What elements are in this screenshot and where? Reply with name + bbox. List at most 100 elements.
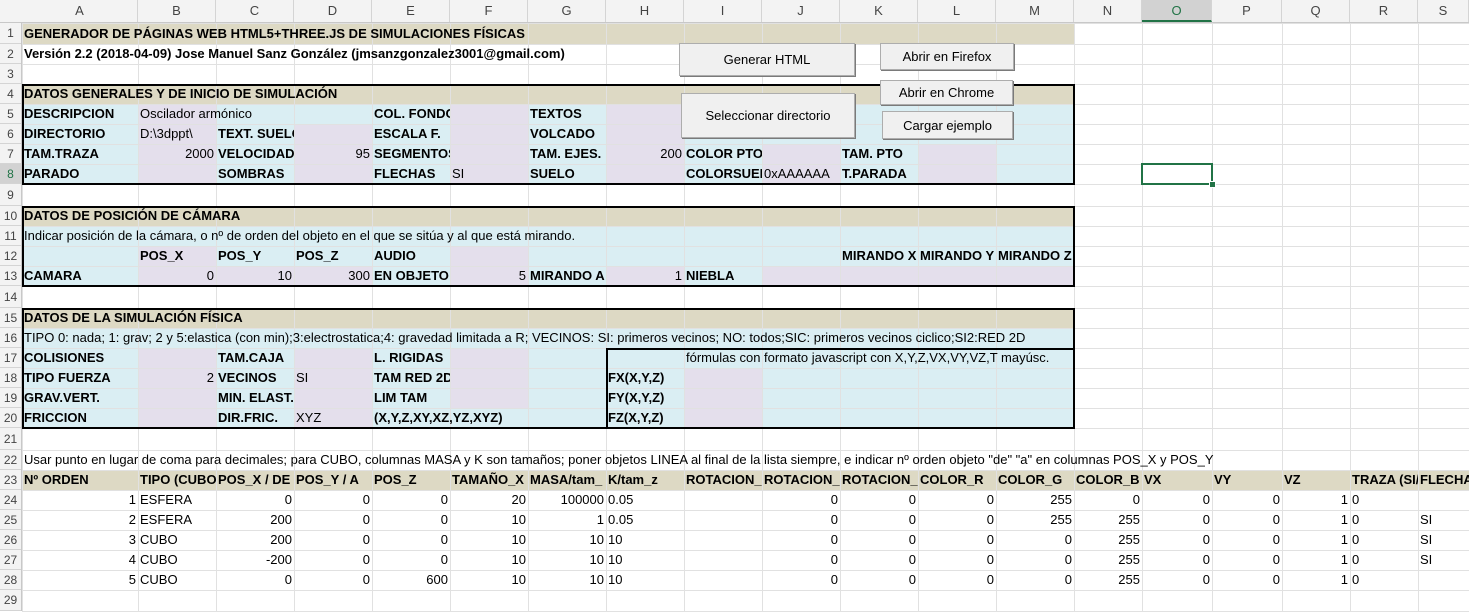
row-header[interactable]: 7 (0, 144, 21, 164)
objects-column-header[interactable]: ROTACION_ (762, 470, 840, 490)
row-header[interactable]: 24 (0, 490, 21, 510)
object-cell[interactable]: 100000 (528, 490, 606, 510)
objects-column-header[interactable]: VX (1142, 470, 1212, 490)
column-header[interactable]: E (372, 0, 450, 22)
row-header[interactable]: 16 (0, 328, 21, 348)
row-header[interactable]: 22 (0, 450, 21, 470)
objects-column-header[interactable]: VY (1212, 470, 1282, 490)
object-cell[interactable]: -200 (216, 550, 294, 570)
object-cell[interactable]: 1 (1282, 550, 1350, 570)
tipo-fuerza-value[interactable]: 2 (138, 368, 216, 388)
object-cell[interactable]: 0 (1142, 570, 1212, 590)
object-cell[interactable]: 0 (840, 550, 918, 570)
objects-note[interactable]: Usar punto en lugar de coma para decimal… (22, 450, 1282, 470)
camara-z-value[interactable]: 300 (294, 266, 372, 286)
column-header[interactable]: O (1142, 0, 1212, 22)
column-header[interactable]: A (22, 0, 138, 22)
object-cell[interactable]: SI (1418, 510, 1469, 530)
object-cell[interactable]: 600 (372, 570, 450, 590)
selected-cell[interactable] (1141, 163, 1213, 185)
object-cell[interactable]: 0 (372, 550, 450, 570)
object-cell[interactable]: 10 (450, 530, 528, 550)
row-header[interactable]: 26 (0, 530, 21, 550)
object-cell[interactable]: 0 (1212, 530, 1282, 550)
flechas-label[interactable]: FLECHAS (372, 164, 450, 184)
row-header[interactable]: 14 (0, 286, 21, 308)
object-cell[interactable]: 0 (1142, 490, 1212, 510)
column-header[interactable]: B (138, 0, 216, 22)
object-cell[interactable]: 255 (996, 510, 1074, 530)
row-header[interactable]: 15 (0, 308, 21, 328)
row-header[interactable]: 2 (0, 44, 21, 64)
mirando-y-label[interactable]: MIRANDO Y (918, 246, 996, 266)
object-cell[interactable]: 200 (216, 530, 294, 550)
object-cell[interactable]: 255 (1074, 510, 1142, 530)
t-parada-label[interactable]: T.PARADA (840, 164, 918, 184)
object-cell[interactable]: 10 (606, 530, 684, 550)
object-cell[interactable]: CUBO (138, 570, 216, 590)
tam-traza-value[interactable]: 2000 (138, 144, 216, 164)
object-cell[interactable]: 0 (996, 530, 1074, 550)
row-header[interactable]: 28 (0, 570, 21, 590)
lim-tam-label[interactable]: LIM TAM (372, 388, 450, 408)
object-cell[interactable]: 0 (762, 510, 840, 530)
column-header[interactable]: K (840, 0, 918, 22)
velocidad-value[interactable]: 95 (294, 144, 372, 164)
color-pto-label[interactable]: COLOR PTO (684, 144, 762, 164)
objects-column-header[interactable]: POS_Y / A (294, 470, 372, 490)
dir-fric-value[interactable]: XYZ (294, 408, 372, 428)
object-cell[interactable]: SI (1418, 530, 1469, 550)
suelo-label[interactable]: SUELO (528, 164, 606, 184)
object-cell[interactable]: 0 (918, 530, 996, 550)
fy-label[interactable]: FY(X,Y,Z) (606, 388, 684, 408)
column-header[interactable]: R (1350, 0, 1418, 22)
generar-html-button[interactable]: Generar HTML (679, 43, 855, 76)
friccion-label[interactable]: FRICCION (22, 408, 138, 428)
object-cell[interactable]: 0 (762, 490, 840, 510)
object-cell[interactable]: 0 (294, 530, 372, 550)
object-cell[interactable]: 0 (918, 550, 996, 570)
column-header[interactable]: F (450, 0, 528, 22)
objects-column-header[interactable]: TIPO (CUBO, (138, 470, 216, 490)
row-header[interactable]: 18 (0, 368, 21, 388)
row-header[interactable]: 29 (0, 590, 21, 611)
object-cell[interactable]: 5 (22, 570, 138, 590)
objects-column-header[interactable]: ROTACION_ (840, 470, 918, 490)
mirando-a-value[interactable]: 1 (606, 266, 684, 286)
object-cell[interactable]: 0 (1212, 550, 1282, 570)
object-cell[interactable]: 255 (1074, 530, 1142, 550)
version-text[interactable]: Versión 2.2 (2018-04-09) Jose Manuel San… (22, 44, 684, 64)
row-header[interactable]: 11 (0, 226, 21, 246)
object-cell[interactable]: 0 (840, 490, 918, 510)
tam-red-label[interactable]: TAM RED 2D (372, 368, 450, 388)
object-cell[interactable]: SI (1418, 550, 1469, 570)
vecinos-value[interactable]: SI (294, 368, 372, 388)
object-cell[interactable]: 0 (840, 510, 918, 530)
object-cell[interactable]: 255 (996, 490, 1074, 510)
object-cell[interactable]: 0 (918, 490, 996, 510)
column-header[interactable]: D (294, 0, 372, 22)
object-cell[interactable]: 1 (1282, 530, 1350, 550)
row-header[interactable]: 12 (0, 246, 21, 266)
object-cell[interactable]: 0 (1350, 510, 1418, 530)
column-header[interactable]: I (684, 0, 762, 22)
object-cell[interactable]: 0.05 (606, 510, 684, 530)
column-header[interactable]: L (918, 0, 996, 22)
row-header[interactable]: 9 (0, 184, 21, 206)
formulas-note[interactable]: fórmulas con formato javascript con X,Y,… (684, 348, 1074, 368)
object-cell[interactable]: 0 (372, 490, 450, 510)
object-cell[interactable]: 10 (606, 550, 684, 570)
row-header[interactable]: 1 (0, 23, 21, 44)
object-cell[interactable]: 0 (762, 550, 840, 570)
object-cell[interactable]: 0 (996, 570, 1074, 590)
fill-handle[interactable] (1209, 181, 1216, 188)
objects-column-header[interactable]: MASA/tam_ (528, 470, 606, 490)
object-cell[interactable]: 10 (528, 530, 606, 550)
object-cell[interactable]: 255 (1074, 570, 1142, 590)
object-cell[interactable]: ESFERA (138, 510, 216, 530)
parado-label[interactable]: PARADO (22, 164, 138, 184)
column-header[interactable]: J (762, 0, 840, 22)
objects-column-header[interactable]: COLOR_B (1074, 470, 1142, 490)
row-header[interactable]: 4 (0, 84, 21, 104)
column-header[interactable]: C (216, 0, 294, 22)
